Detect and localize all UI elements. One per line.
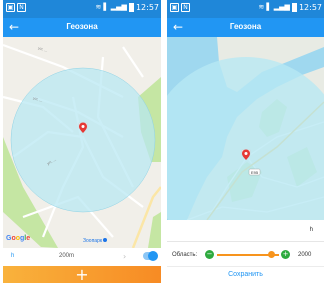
street-map[interactable]: ул. ... ул. ... ул. ... Google Зоопарк	[3, 37, 161, 248]
image-icon: ▣	[170, 3, 179, 12]
road-shield: E95	[248, 168, 261, 176]
status-time: 12:57	[298, 3, 322, 12]
poi-label: Зоопарк	[83, 238, 103, 244]
increase-area-button[interactable]: +	[281, 250, 290, 259]
signal-strength-icon: ▂▄▆	[110, 3, 127, 11]
signal-icon: ▌	[266, 3, 272, 11]
app-bar: ← Геозона	[3, 18, 161, 37]
battery-icon	[128, 3, 134, 12]
area-label: Область:	[172, 252, 198, 258]
radius-value: 200m	[59, 253, 75, 259]
wifi-icon: ≋	[258, 3, 265, 11]
page-title: Геозона	[66, 22, 98, 31]
svg-text:E95: E95	[251, 170, 259, 175]
geofence-name[interactable]: h	[11, 253, 14, 259]
save-button[interactable]: Сохранить	[167, 271, 324, 278]
toggle-knob	[148, 251, 158, 261]
signal-strength-icon: ▂▄▆	[273, 3, 290, 11]
status-bar: ▣ N ≋ ▌ ▂▄▆ 12:57	[3, 0, 161, 18]
geofence-controls: h 200m ›	[3, 248, 161, 266]
save-bar: Сохранить	[167, 266, 324, 283]
image-icon: ▣	[6, 3, 15, 12]
app-bar: ← Геозона	[167, 18, 324, 37]
area-slider-thumb[interactable]	[268, 251, 275, 258]
area-value: 2000	[298, 252, 312, 258]
add-geofence-button[interactable]: +	[3, 266, 161, 283]
poi-icon	[103, 238, 107, 242]
battery-icon	[291, 3, 297, 12]
right-screen: ▣ N ≋ ▌ ▂▄▆ 12:57 ← Геозона E95 h Област…	[167, 0, 324, 283]
google-logo: Google	[6, 235, 30, 242]
n-icon: N	[181, 3, 190, 12]
page-title: Геозона	[229, 22, 262, 31]
wifi-icon: ≋	[95, 3, 102, 11]
n-icon: N	[17, 3, 26, 12]
left-screen: ▣ N ≋ ▌ ▂▄▆ 12:57 ← Геозона ул. ... ул. …	[3, 0, 161, 283]
chevron-right-icon[interactable]: ›	[123, 252, 126, 261]
terrain-map[interactable]: E95	[167, 37, 324, 220]
geofence-name-value[interactable]: h	[310, 227, 313, 233]
geofence-name-field[interactable]: h	[167, 220, 324, 242]
signal-icon: ▌	[103, 3, 109, 11]
status-time: 12:57	[135, 3, 159, 12]
status-bar: ▣ N ≋ ▌ ▂▄▆ 12:57	[167, 0, 324, 18]
decrease-area-button[interactable]: −	[205, 250, 214, 259]
area-control: Область: − + 2000	[167, 246, 324, 264]
plus-icon: +	[75, 265, 89, 283]
geofence-toggle[interactable]	[143, 251, 158, 261]
